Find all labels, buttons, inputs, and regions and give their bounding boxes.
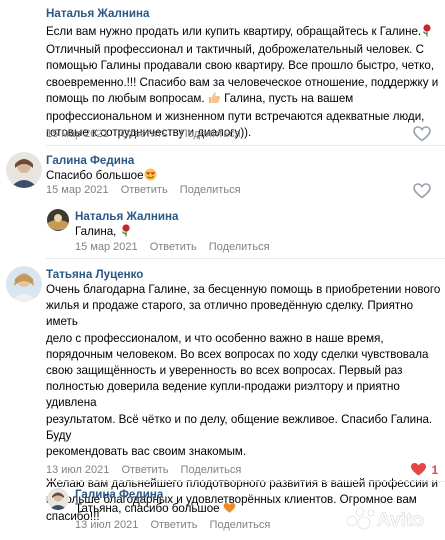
- comment-text: Галина,: [75, 224, 375, 242]
- comment-text: Если вам нужно продать или купить кварти…: [46, 24, 439, 140]
- share-button[interactable]: Поделиться: [180, 128, 241, 140]
- rose-icon: [421, 24, 433, 42]
- reply-button[interactable]: Ответить: [150, 241, 197, 253]
- avatar[interactable]: [47, 209, 69, 231]
- rose-icon: [120, 224, 132, 242]
- avatar[interactable]: [6, 266, 42, 302]
- share-button[interactable]: Поделиться: [181, 464, 242, 476]
- comment-date[interactable]: 15 мар 2021: [46, 184, 109, 196]
- divider: [46, 258, 445, 259]
- like-heart-icon[interactable]: [413, 126, 433, 142]
- reply-button[interactable]: Ответить: [150, 519, 197, 531]
- comment-author[interactable]: Галина Федина: [75, 488, 163, 501]
- like-heart-icon[interactable]: [413, 183, 433, 199]
- share-button[interactable]: Поделиться: [210, 519, 271, 531]
- comment-meta: 15 мар 2021 Ответить Поделиться: [46, 128, 250, 140]
- reply-button[interactable]: Ответить: [121, 184, 168, 196]
- thumbs-up-icon: [208, 91, 221, 109]
- reply-button[interactable]: Ответить: [121, 464, 168, 476]
- orange-heart-icon: [223, 502, 236, 519]
- comment-author[interactable]: Наталья Жалнина: [75, 210, 178, 223]
- comment-date[interactable]: 13 июл 2021: [46, 464, 109, 476]
- comment-meta: 15 мар 2021 Ответить Поделиться: [46, 184, 250, 196]
- share-button[interactable]: Поделиться: [209, 241, 270, 253]
- divider: [46, 481, 445, 482]
- reply-button[interactable]: Ответить: [121, 128, 168, 140]
- comment-date[interactable]: 13 июл 2021: [75, 519, 138, 531]
- svg-text:Avito: Avito: [377, 510, 424, 531]
- comment-meta: 13 июл 2021 Ответить Поделиться: [46, 464, 250, 476]
- comment-text: Татьяна, спасибо большое: [75, 501, 375, 519]
- comment-author[interactable]: Татьяна Луценко: [46, 268, 143, 281]
- avito-watermark-logo: Avito: [345, 504, 437, 532]
- comment-1: Наталья Жалнина Если вам нужно продать и…: [0, 0, 445, 145]
- comment-date[interactable]: 15 мар 2021: [75, 241, 138, 253]
- avatar[interactable]: [47, 488, 69, 510]
- comment-date[interactable]: 15 мар 2021: [46, 128, 109, 140]
- comment-author[interactable]: Галина Федина: [46, 154, 134, 167]
- comment-meta: 13 июл 2021 Ответить Поделиться: [75, 519, 279, 531]
- comment-meta: 15 мар 2021 Ответить Поделиться: [75, 241, 279, 253]
- share-button[interactable]: Поделиться: [180, 184, 241, 196]
- like-heart-icon[interactable]: 1: [410, 461, 444, 477]
- avatar[interactable]: [6, 152, 42, 188]
- like-count: 1: [431, 462, 439, 477]
- comment-author[interactable]: Наталья Жалнина: [46, 7, 149, 20]
